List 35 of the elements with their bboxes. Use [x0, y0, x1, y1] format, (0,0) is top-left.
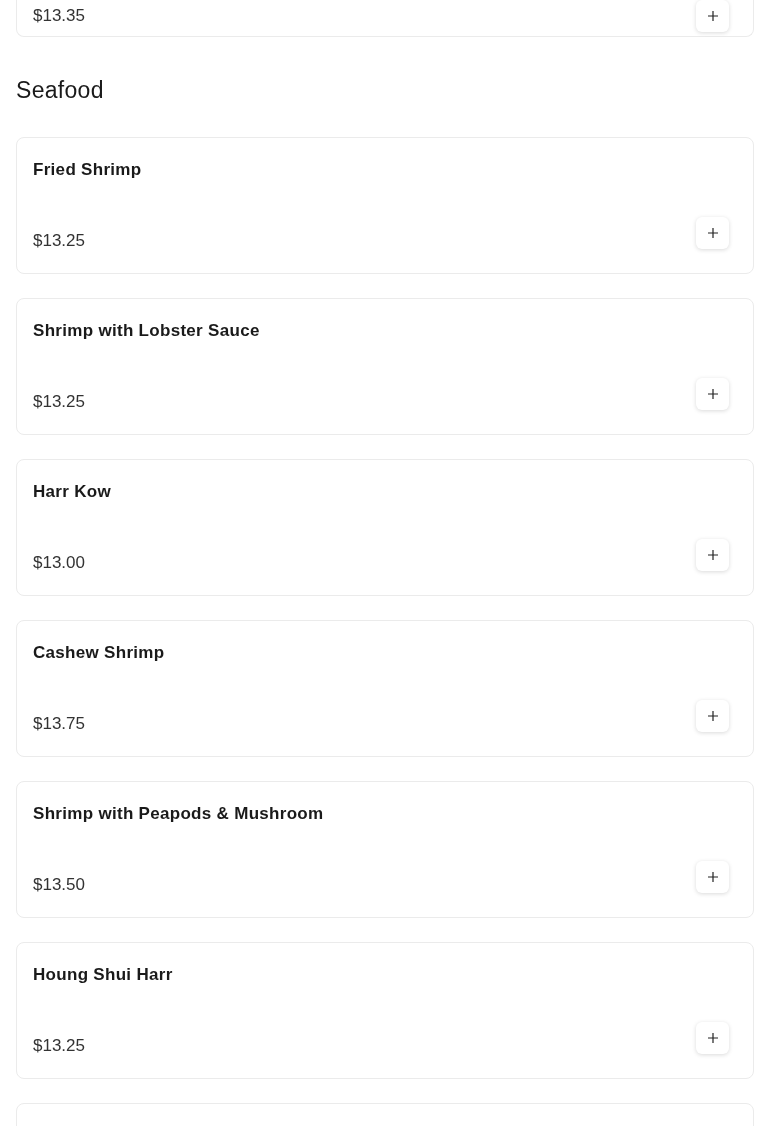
plus-icon [707, 711, 718, 721]
add-button[interactable] [696, 217, 729, 249]
item-price: $13.50 [33, 874, 85, 896]
add-button[interactable] [696, 700, 729, 732]
item-name: Shrimp with Lobster Sauce [33, 320, 261, 342]
add-button[interactable] [696, 378, 729, 410]
menu-item-card[interactable]: Harr Kow $13.00 [16, 459, 754, 596]
menu-item-card[interactable]: $13.35 [16, 0, 754, 37]
plus-icon [707, 1033, 718, 1043]
item-price: $13.75 [33, 713, 85, 735]
item-price: $13.25 [33, 230, 85, 252]
section-heading: Seafood [16, 76, 105, 104]
add-button[interactable] [696, 1022, 729, 1054]
menu-item-card[interactable]: Shrimp with Peapods & Mushroom $13.50 [16, 781, 754, 918]
item-name: Houng Shui Harr [33, 964, 174, 986]
menu-item-card[interactable]: Fried Shrimp $13.25 [16, 137, 754, 274]
plus-icon [707, 872, 718, 882]
menu-item-card[interactable]: Houng Shui Harr $13.25 [16, 942, 754, 1079]
add-button[interactable] [696, 539, 729, 571]
menu-item-card[interactable]: Shrimp with Lobster Sauce $13.25 [16, 298, 754, 435]
menu-item-card[interactable]: Cashew Shrimp $13.75 [16, 620, 754, 757]
plus-icon [707, 550, 718, 560]
item-name: Fried Shrimp [33, 159, 143, 181]
item-name: Shrimp with Peapods & Mushroom [33, 803, 325, 825]
item-price: $13.25 [33, 1035, 85, 1057]
add-button[interactable] [696, 861, 729, 893]
item-name: Harr Kow [33, 481, 112, 503]
plus-icon [707, 228, 718, 238]
item-price: $13.35 [33, 5, 85, 27]
item-name: Cashew Shrimp [33, 642, 166, 664]
add-button[interactable] [696, 0, 729, 32]
item-price: $13.25 [33, 391, 85, 413]
plus-icon [707, 11, 718, 21]
plus-icon [707, 389, 718, 399]
item-price: $13.00 [33, 552, 85, 574]
